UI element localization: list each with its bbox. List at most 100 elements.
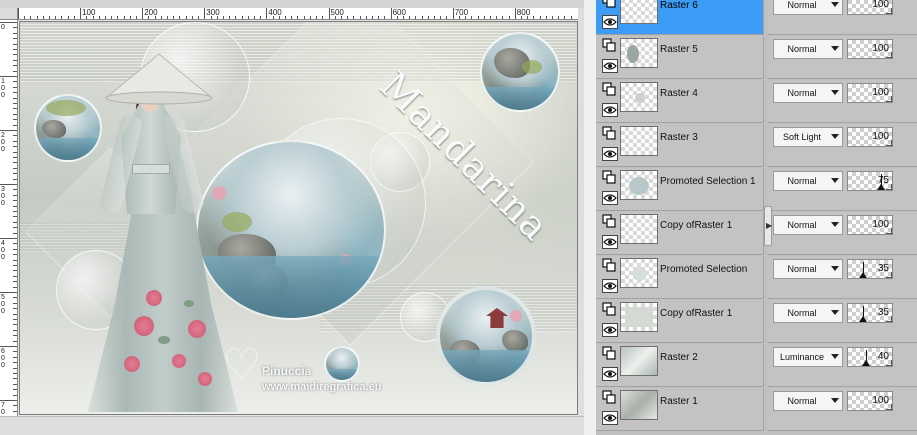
opacity-slider[interactable]: 100 <box>847 127 893 147</box>
layer-name-cell[interactable]: Raster 3 <box>596 124 764 167</box>
ruler-tick <box>13 43 17 45</box>
layer-icons <box>602 0 618 32</box>
layer-name-cell[interactable]: Promoted Selection <box>596 256 764 299</box>
opacity-slider[interactable]: 35 <box>847 303 893 323</box>
layer-name-cell[interactable]: Raster 6 <box>596 0 764 35</box>
layer-row-1[interactable]: Raster 6 Normal 100 <box>596 0 917 36</box>
opacity-slider[interactable]: 100 <box>847 39 893 59</box>
ruler-tick <box>291 16 293 19</box>
layer-row-3[interactable]: Raster 4 Normal 100 <box>596 80 917 124</box>
opacity-corner-mark <box>886 184 892 190</box>
ruler-tick <box>502 16 504 19</box>
eye-icon[interactable] <box>602 235 618 249</box>
panel-splitter[interactable]: ▶ <box>764 206 772 246</box>
layer-icons <box>602 126 618 164</box>
layer-name: Copy ofRaster 1 <box>660 308 733 319</box>
opacity-slider[interactable]: 75 <box>847 171 893 191</box>
opacity-slider[interactable]: 100 <box>847 0 893 15</box>
eye-icon[interactable] <box>602 103 618 117</box>
ruler-tick <box>427 16 429 19</box>
opacity-slider[interactable]: 100 <box>847 83 893 103</box>
ruler-tick <box>13 97 17 99</box>
layer-name-cell[interactable]: Copy ofRaster 1 <box>596 212 764 255</box>
raster-layer-icon[interactable] <box>602 126 616 140</box>
blend-mode-dropdown[interactable]: Normal <box>773 0 843 15</box>
eye-icon[interactable] <box>602 147 618 161</box>
layer-name-cell[interactable]: Raster 4 <box>596 80 764 123</box>
blend-mode-dropdown[interactable]: Normal <box>773 83 843 103</box>
ruler-tick <box>160 16 162 19</box>
raster-layer-icon[interactable] <box>602 258 616 272</box>
eye-icon[interactable] <box>602 323 618 337</box>
blend-mode-dropdown[interactable]: Normal <box>773 303 843 323</box>
layer-icons <box>602 346 618 384</box>
layer-row-9[interactable]: Raster 2 Luminance 40 <box>596 344 917 388</box>
layer-name-cell[interactable]: Copy ofRaster 1 <box>596 300 764 343</box>
layer-name-cell[interactable]: Raster 2 <box>596 344 764 387</box>
ruler-tick <box>13 232 17 234</box>
opacity-handle-icon[interactable] <box>861 360 870 366</box>
opacity-slider[interactable]: 100 <box>847 215 893 235</box>
layer-row-2[interactable]: Raster 5 Normal 100 <box>596 36 917 80</box>
landscape-orb-top-right <box>480 32 560 112</box>
image-canvas[interactable]: Mandarina ♡ Pinuccia www.maidiregrafica.… <box>19 21 578 415</box>
layer-name-cell[interactable]: Raster 5 <box>596 36 764 79</box>
landscape-orb-pagoda <box>436 286 536 386</box>
raster-layer-icon[interactable] <box>602 346 616 360</box>
opacity-handle-icon[interactable] <box>859 316 868 322</box>
eye-icon[interactable] <box>602 59 618 73</box>
ruler-tick <box>13 356 17 358</box>
opacity-slider[interactable]: 100 <box>847 391 893 411</box>
raster-layer-icon[interactable] <box>602 170 616 184</box>
layer-name-cell[interactable]: Raster 1 <box>596 388 764 431</box>
ruler-tick <box>135 16 137 19</box>
eye-icon[interactable] <box>602 279 618 293</box>
chevron-down-icon <box>831 2 839 7</box>
ruler-tick <box>483 16 485 19</box>
ruler-tick <box>117 16 119 19</box>
eye-icon[interactable] <box>602 15 618 29</box>
layer-row-8[interactable]: Copy ofRaster 1 Normal 35 <box>596 300 917 344</box>
opacity-handle-icon[interactable] <box>877 184 885 190</box>
layer-row-4[interactable]: Raster 3 Soft Light 100 <box>596 124 917 168</box>
eye-icon[interactable] <box>602 191 618 205</box>
landscape-orb-left <box>34 94 102 162</box>
ruler-tick <box>13 205 17 207</box>
blend-mode-dropdown[interactable]: Normal <box>773 391 843 411</box>
opacity-corner-mark <box>886 96 892 102</box>
ruler-tick <box>378 16 380 19</box>
opacity-handle-icon[interactable] <box>859 272 868 278</box>
eye-icon[interactable] <box>602 411 618 425</box>
watermark-url: www.maidiregrafica.eu <box>262 381 382 393</box>
layer-row-7[interactable]: Promoted Selection Normal 35 <box>596 256 917 300</box>
raster-layer-icon[interactable] <box>602 214 616 228</box>
raster-layer-icon[interactable] <box>602 0 616 8</box>
layer-name: Raster 6 <box>660 0 698 11</box>
blend-mode-dropdown[interactable]: Normal <box>773 171 843 191</box>
raster-layer-icon[interactable] <box>602 82 616 96</box>
layer-row-6[interactable]: Copy ofRaster 1 Normal 100 <box>596 212 917 256</box>
ruler-tick <box>104 16 106 19</box>
blend-mode-dropdown[interactable]: Soft Light <box>773 127 843 147</box>
layer-row-5[interactable]: Promoted Selection 1 Normal 75 <box>596 168 917 212</box>
opacity-slider[interactable]: 40 <box>847 347 893 367</box>
raster-layer-icon[interactable] <box>602 302 616 316</box>
ruler-label: 400 <box>268 8 282 17</box>
opacity-slider[interactable]: 35 <box>847 259 893 279</box>
raster-layer-icon[interactable] <box>602 390 616 404</box>
raster-layer-icon[interactable] <box>602 38 616 52</box>
ruler-tick <box>0 22 17 23</box>
layer-name: Raster 4 <box>660 88 698 99</box>
ruler-tick <box>13 297 17 299</box>
blend-mode-dropdown[interactable]: Normal <box>773 215 843 235</box>
eye-icon[interactable] <box>602 367 618 381</box>
blend-mode-dropdown[interactable]: Luminance <box>773 347 843 367</box>
ruler-label: 200 <box>144 8 158 17</box>
blend-mode-dropdown[interactable]: Normal <box>773 39 843 59</box>
layer-properties: Normal 100 <box>768 36 917 79</box>
layer-name-cell[interactable]: Promoted Selection 1 <box>596 168 764 211</box>
blend-mode-dropdown[interactable]: Normal <box>773 259 843 279</box>
layer-row-10[interactable]: Raster 1 Normal 100 <box>596 388 917 432</box>
horizontal-scrollbar[interactable] <box>0 416 584 435</box>
figure-belt <box>132 164 170 174</box>
